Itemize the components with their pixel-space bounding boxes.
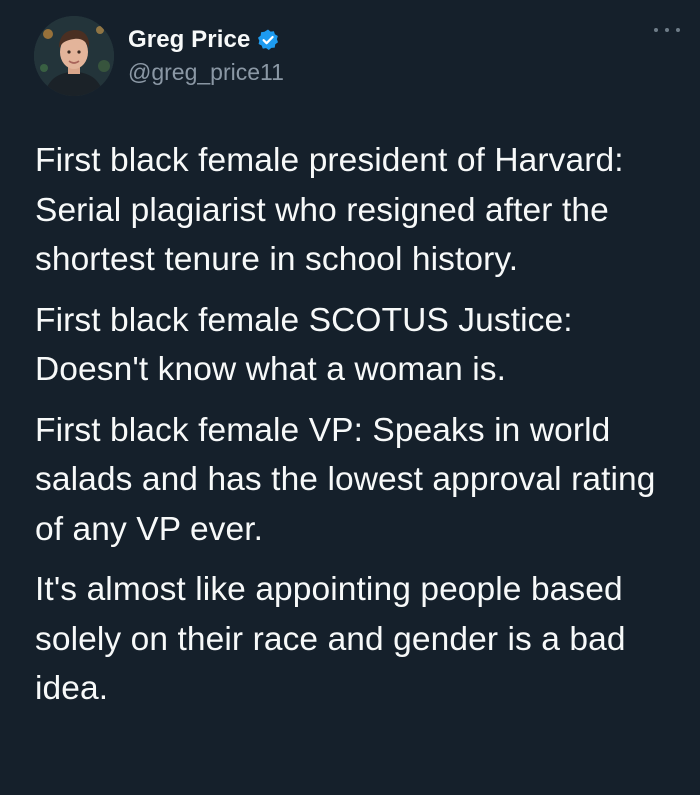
- dot-icon: [665, 28, 669, 32]
- tweet-body: First black female president of Harvard:…: [35, 136, 680, 725]
- dot-icon: [676, 28, 680, 32]
- dot-icon: [654, 28, 658, 32]
- verified-badge-icon: [256, 28, 280, 52]
- tweet-paragraph: First black female SCOTUS Justice: Doesn…: [35, 301, 573, 389]
- display-name[interactable]: Greg Price: [128, 26, 250, 54]
- tweet-paragraph: First black female VP: Speaks in world s…: [35, 411, 656, 548]
- more-options-icon[interactable]: [654, 26, 680, 34]
- tweet-card: Greg Price @greg_price11 First black fem…: [0, 0, 700, 795]
- tweet-paragraph: It's almost like appointing people based…: [35, 571, 626, 707]
- tweet-paragraph: First black female president of Harvard:…: [35, 142, 624, 278]
- tweet-header: Greg Price @greg_price11: [34, 16, 680, 96]
- profile-photo-icon: [34, 16, 114, 96]
- user-handle[interactable]: @greg_price11: [128, 59, 284, 86]
- name-row: Greg Price: [128, 24, 280, 56]
- avatar[interactable]: [34, 16, 114, 96]
